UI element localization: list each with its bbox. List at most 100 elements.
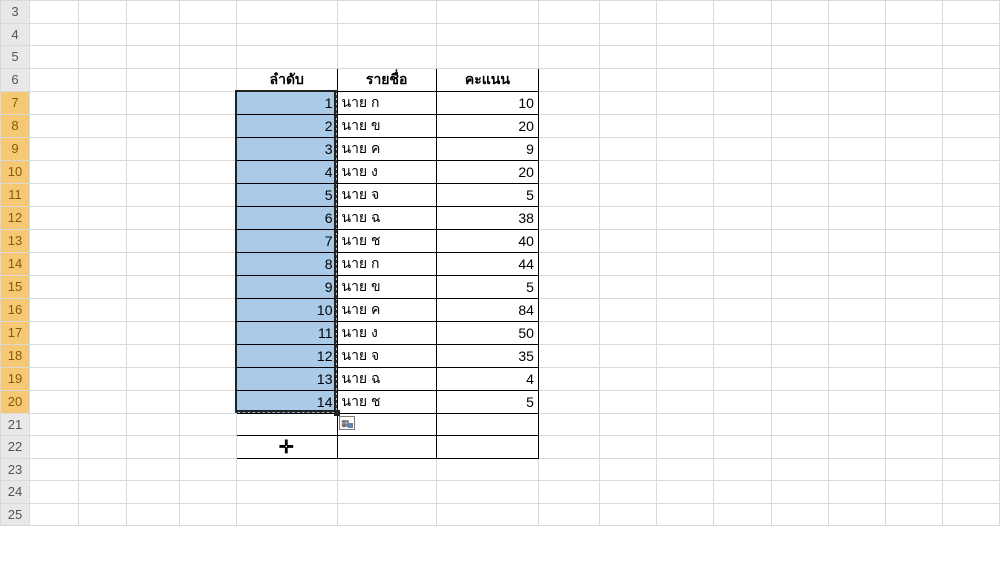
cell-H24[interactable] [538, 481, 599, 504]
cell-N21[interactable] [885, 413, 942, 436]
cell-G22[interactable] [436, 436, 538, 459]
cell-D14[interactable] [179, 252, 236, 275]
cell-N20[interactable] [885, 390, 942, 413]
cell-I20[interactable] [600, 390, 657, 413]
cell-D3[interactable] [179, 1, 236, 24]
cell-B11[interactable] [78, 183, 127, 206]
cell-G8[interactable]: 20 [436, 114, 538, 137]
cell-A16[interactable] [30, 298, 79, 321]
cell-A24[interactable] [30, 481, 79, 504]
cell-M20[interactable] [828, 390, 885, 413]
cell-K20[interactable] [714, 390, 771, 413]
cell-B22[interactable] [78, 436, 127, 459]
cell-N24[interactable] [885, 481, 942, 504]
cell-O13[interactable] [942, 229, 999, 252]
cell-I22[interactable] [600, 436, 657, 459]
cell-A21[interactable] [30, 413, 79, 436]
cell-O17[interactable] [942, 321, 999, 344]
cell-E5[interactable] [236, 46, 337, 69]
cell-O11[interactable] [942, 183, 999, 206]
cell-A9[interactable] [30, 137, 79, 160]
cell-M15[interactable] [828, 275, 885, 298]
cell-B15[interactable] [78, 275, 127, 298]
cell-H15[interactable] [538, 275, 599, 298]
cell-N3[interactable] [885, 1, 942, 24]
cell-F24[interactable] [337, 481, 436, 504]
cell-A18[interactable] [30, 344, 79, 367]
cell-K13[interactable] [714, 229, 771, 252]
cell-K19[interactable] [714, 367, 771, 390]
cell-L18[interactable] [771, 344, 828, 367]
cell-J20[interactable] [657, 390, 714, 413]
cell-I3[interactable] [600, 1, 657, 24]
cell-H23[interactable] [538, 458, 599, 481]
cell-C8[interactable] [127, 114, 180, 137]
cell-O4[interactable] [942, 23, 999, 46]
cell-J4[interactable] [657, 23, 714, 46]
row-header[interactable]: 18 [1, 344, 30, 367]
cell-N10[interactable] [885, 160, 942, 183]
cell-I24[interactable] [600, 481, 657, 504]
cell-K22[interactable] [714, 436, 771, 459]
cell-B17[interactable] [78, 321, 127, 344]
cell-G24[interactable] [436, 481, 538, 504]
cell-B14[interactable] [78, 252, 127, 275]
cell-C17[interactable] [127, 321, 180, 344]
cell-L17[interactable] [771, 321, 828, 344]
cell-M17[interactable] [828, 321, 885, 344]
cell-M25[interactable] [828, 503, 885, 526]
cell-D20[interactable] [179, 390, 236, 413]
cell-C5[interactable] [127, 46, 180, 69]
cell-O24[interactable] [942, 481, 999, 504]
cell-I12[interactable] [600, 206, 657, 229]
cell-M22[interactable] [828, 436, 885, 459]
cell-G18[interactable]: 35 [436, 344, 538, 367]
cell-O21[interactable] [942, 413, 999, 436]
cell-L11[interactable] [771, 183, 828, 206]
cell-K5[interactable] [714, 46, 771, 69]
cell-I6[interactable] [600, 68, 657, 91]
cell-D12[interactable] [179, 206, 236, 229]
cell-O22[interactable] [942, 436, 999, 459]
cell-J17[interactable] [657, 321, 714, 344]
cell-D13[interactable] [179, 229, 236, 252]
cell-E15[interactable]: 9 [236, 275, 337, 298]
cell-G23[interactable] [436, 458, 538, 481]
cell-D18[interactable] [179, 344, 236, 367]
cell-B24[interactable] [78, 481, 127, 504]
cell-H20[interactable] [538, 390, 599, 413]
cell-G21[interactable] [436, 413, 538, 436]
cell-M5[interactable] [828, 46, 885, 69]
cell-A6[interactable] [30, 68, 79, 91]
cell-F13[interactable]: นาย ช [337, 229, 436, 252]
cell-G13[interactable]: 40 [436, 229, 538, 252]
cell-B10[interactable] [78, 160, 127, 183]
cell-I14[interactable] [600, 252, 657, 275]
cell-H14[interactable] [538, 252, 599, 275]
cell-N11[interactable] [885, 183, 942, 206]
cell-N4[interactable] [885, 23, 942, 46]
cell-G20[interactable]: 5 [436, 390, 538, 413]
cell-L24[interactable] [771, 481, 828, 504]
cell-O10[interactable] [942, 160, 999, 183]
cell-A3[interactable] [30, 1, 79, 24]
cell-M9[interactable] [828, 137, 885, 160]
cell-H17[interactable] [538, 321, 599, 344]
cell-K12[interactable] [714, 206, 771, 229]
cell-G15[interactable]: 5 [436, 275, 538, 298]
cell-F22[interactable] [337, 436, 436, 459]
cell-L7[interactable] [771, 91, 828, 114]
cell-O7[interactable] [942, 91, 999, 114]
row-header[interactable]: 4 [1, 23, 30, 46]
cell-D15[interactable] [179, 275, 236, 298]
cell-J22[interactable] [657, 436, 714, 459]
cell-D23[interactable] [179, 458, 236, 481]
cell-M8[interactable] [828, 114, 885, 137]
cell-J23[interactable] [657, 458, 714, 481]
cell-B21[interactable] [78, 413, 127, 436]
cell-J6[interactable] [657, 68, 714, 91]
cell-K9[interactable] [714, 137, 771, 160]
cell-I7[interactable] [600, 91, 657, 114]
cell-D17[interactable] [179, 321, 236, 344]
row-header[interactable]: 15 [1, 275, 30, 298]
